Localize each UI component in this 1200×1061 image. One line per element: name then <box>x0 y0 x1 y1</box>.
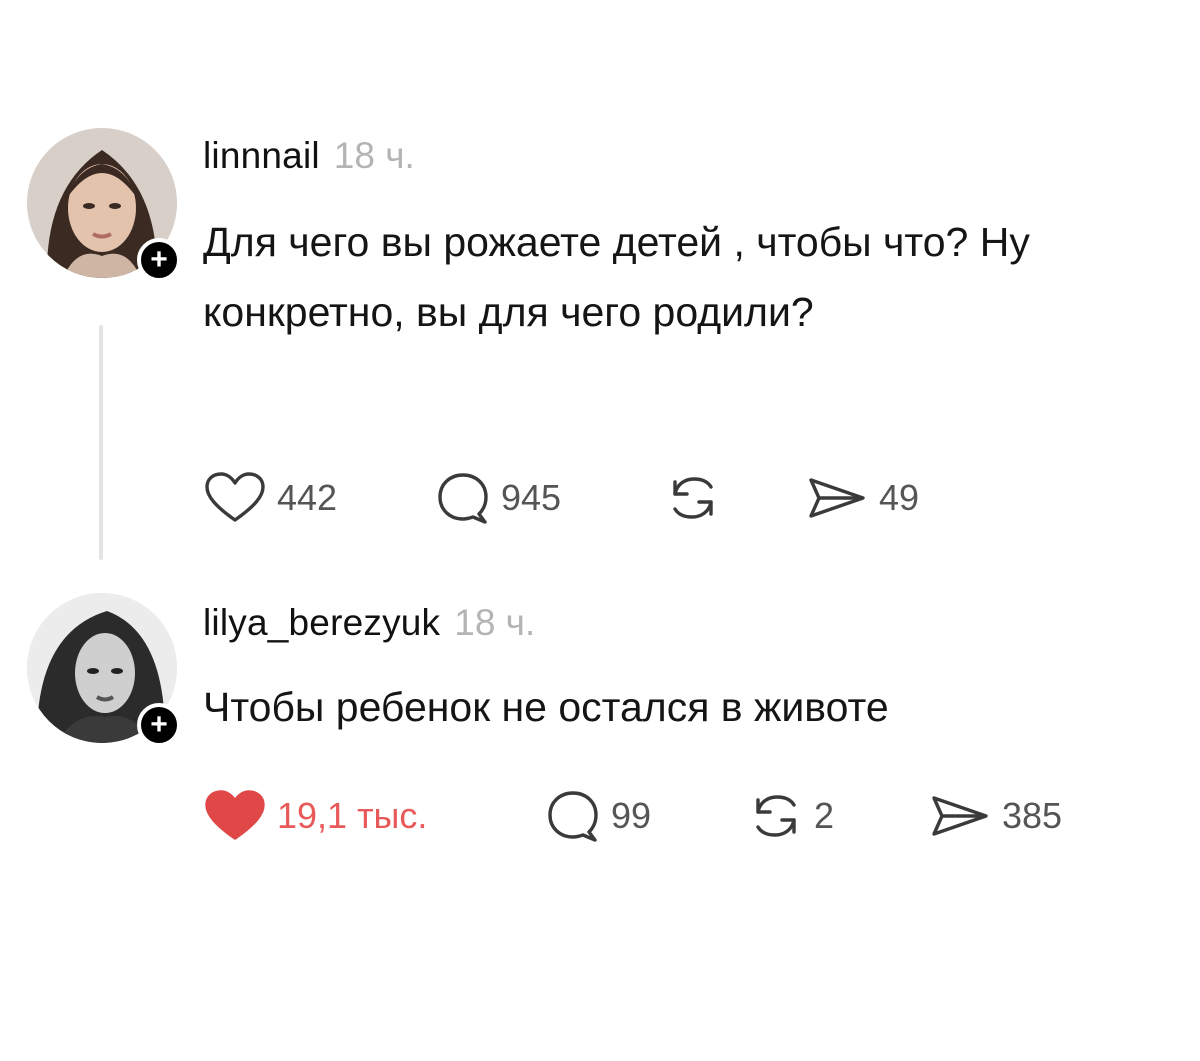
plus-icon: + <box>150 708 168 741</box>
like-button[interactable]: 442 <box>203 470 337 526</box>
avatar-container[interactable]: + <box>27 128 181 282</box>
repost-arrows-icon <box>673 477 713 519</box>
repost-button[interactable]: 2 <box>748 788 834 844</box>
like-count: 19,1 тыс. <box>277 795 428 836</box>
like-count: 442 <box>277 477 338 518</box>
speech-bubble-icon <box>548 791 598 842</box>
repost-button[interactable] <box>665 470 731 526</box>
username[interactable]: linnnail <box>203 135 320 177</box>
repost-count: 2 <box>814 795 835 836</box>
post-text: Чтобы ребенок не остался в животе <box>203 684 889 730</box>
avatar-container[interactable]: + <box>27 593 181 747</box>
comment-count: 945 <box>501 477 562 518</box>
post-time: 18 ч. <box>333 135 415 176</box>
post-text: Для чего вы рожаете детей , чтобы что? Н… <box>203 219 1030 335</box>
heart-icon <box>205 472 265 522</box>
share-count: 49 <box>879 477 920 518</box>
share-button[interactable]: 49 <box>805 470 919 526</box>
follow-plus-button[interactable]: + <box>137 238 181 282</box>
post-time: 18 ч. <box>454 602 536 643</box>
follow-plus-button[interactable]: + <box>137 703 181 747</box>
plus-icon: + <box>150 243 168 276</box>
paper-plane-icon <box>809 478 865 518</box>
speech-bubble-icon <box>438 473 488 524</box>
like-button[interactable]: 19,1 тыс. <box>203 788 427 844</box>
share-button[interactable]: 385 <box>928 788 1062 844</box>
comment-button[interactable]: 945 <box>435 470 561 526</box>
comment-button[interactable]: 99 <box>545 788 651 844</box>
paper-plane-icon <box>932 796 988 836</box>
thread-connector-line <box>99 325 103 560</box>
username[interactable]: lilya_berezyuk <box>203 602 440 644</box>
comment-count: 99 <box>611 795 652 836</box>
heart-icon <box>205 790 265 840</box>
post-header: lilya_berezyuk 18 ч. <box>203 602 535 644</box>
share-count: 385 <box>1002 795 1063 836</box>
post-header: linnnail 18 ч. <box>203 135 415 177</box>
repost-arrows-icon <box>756 795 796 837</box>
